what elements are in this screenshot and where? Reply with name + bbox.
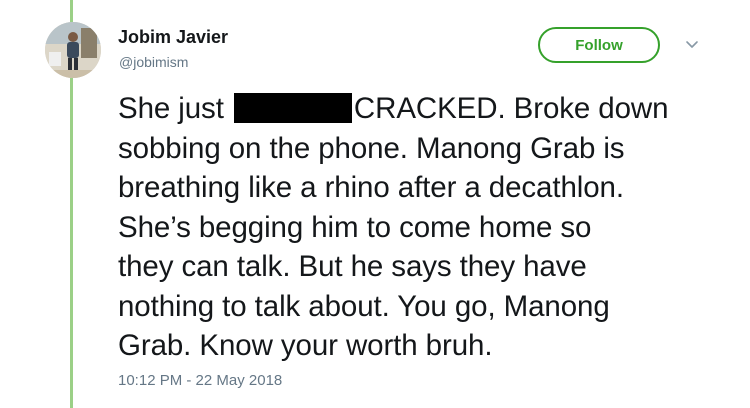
tweet-card: Jobim Javier @jobimism Follow She just C…: [0, 0, 750, 408]
tweet-line: She just CRACKED. Broke down: [118, 89, 733, 129]
tweet-line: they can talk. But he says they have: [118, 250, 587, 283]
tweet-line: nothing to talk about. You go, Manong: [118, 289, 610, 323]
tweet-text: She just CRACKED. Broke down sobbing on …: [118, 89, 733, 366]
tweet-line: sobbing on the phone. Manong Grab is: [118, 131, 625, 165]
follow-button-label: Follow: [575, 36, 623, 54]
author-handle[interactable]: @jobimism: [119, 54, 188, 70]
avatar[interactable]: [45, 22, 101, 78]
chevron-down-icon[interactable]: [684, 38, 700, 50]
tweet-line: breathing like a rhino after a decathlon…: [118, 171, 624, 204]
follow-button[interactable]: Follow: [538, 27, 660, 63]
redaction-bar: [233, 93, 352, 123]
tweet-line: She’s begging him to come home so: [118, 210, 592, 244]
tweet-line-segment: CRACKED. Broke down: [353, 92, 669, 125]
tweet-line: Grab. Know your worth bruh.: [118, 329, 493, 362]
tweet-line-segment: She just: [118, 92, 224, 125]
avatar-photo: [45, 22, 101, 78]
author-display-name[interactable]: Jobim Javier: [118, 27, 228, 48]
tweet-timestamp[interactable]: 10:12 PM - 22 May 2018: [118, 372, 282, 389]
